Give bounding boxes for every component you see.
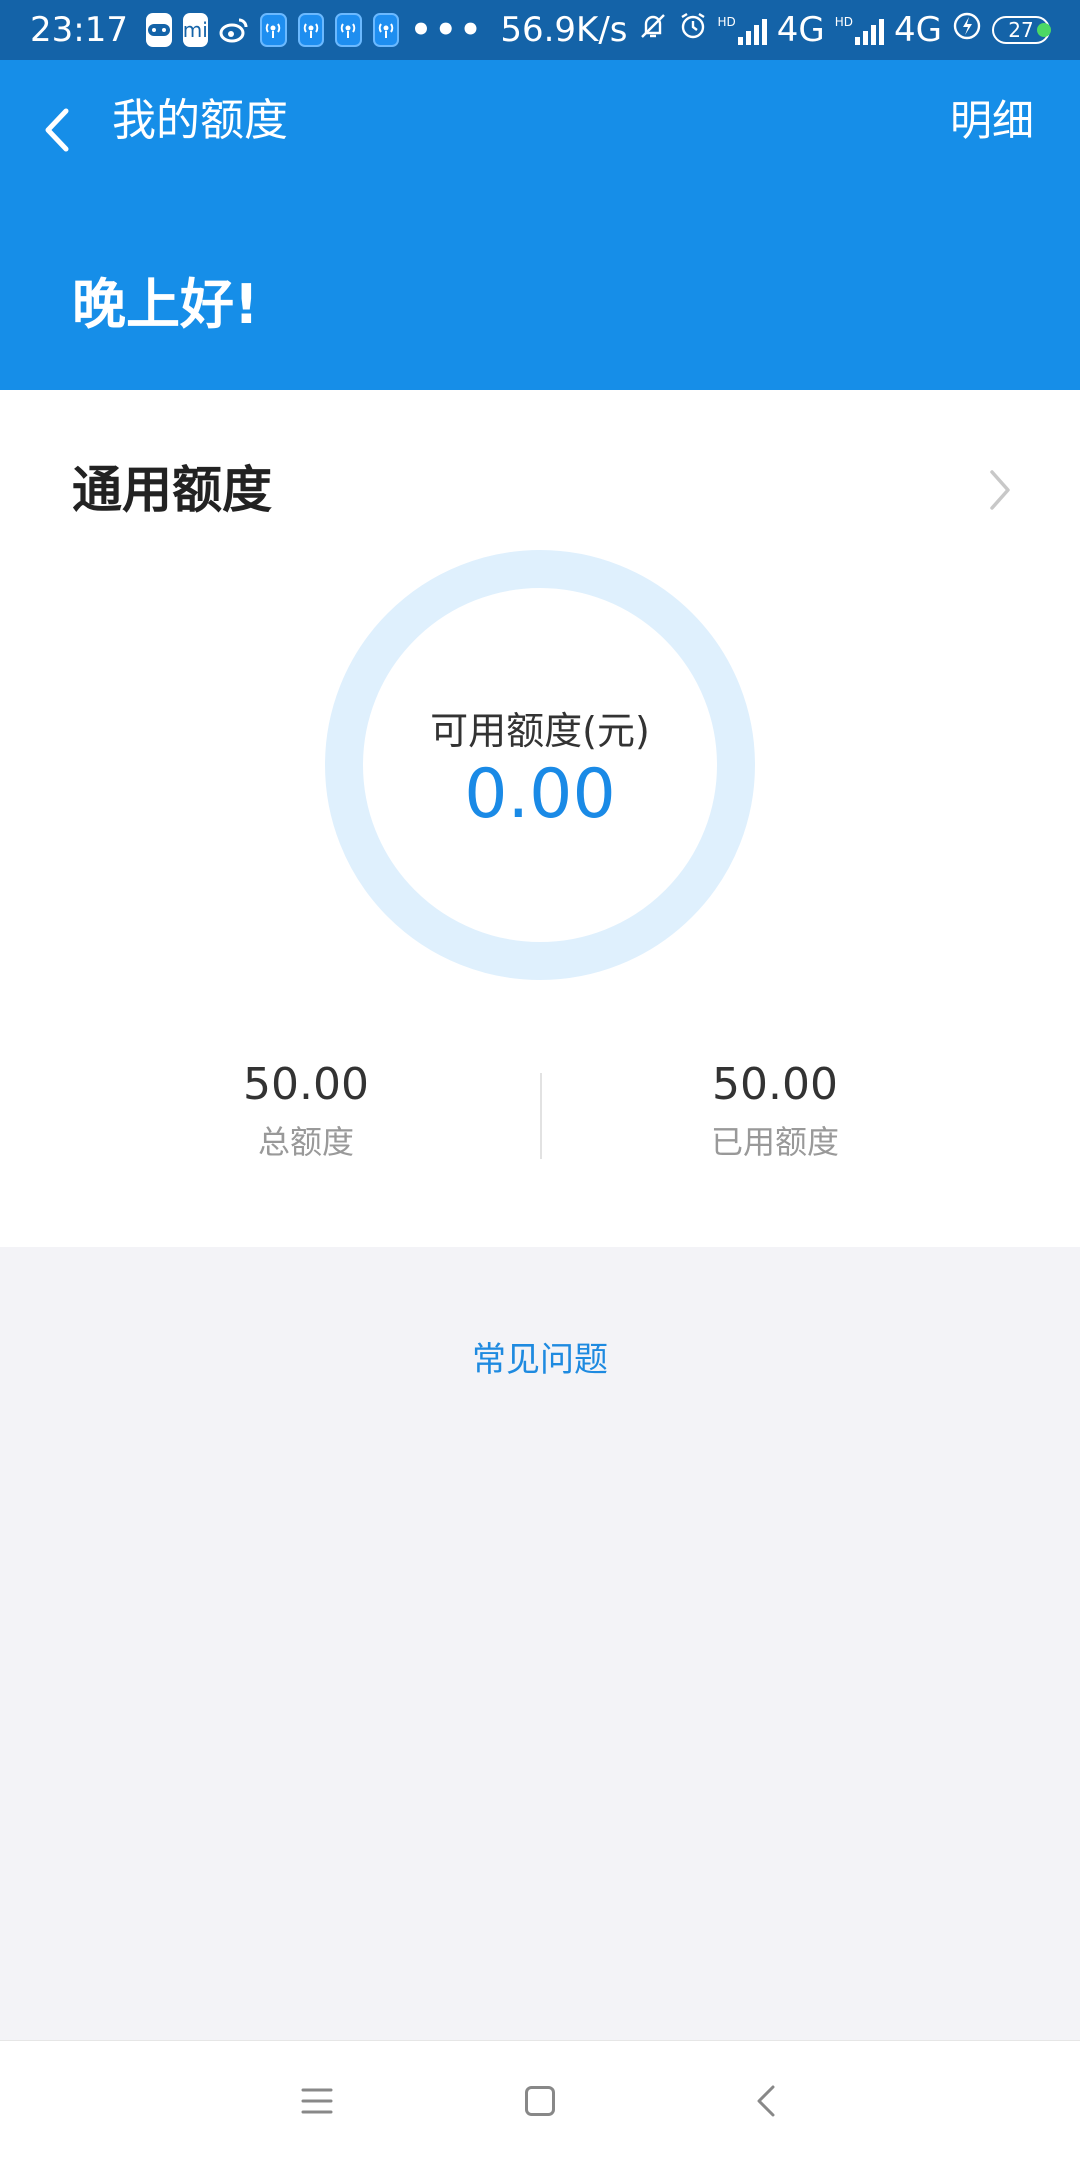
signal-icon: HD (835, 15, 885, 45)
greeting: 晚上好! (72, 273, 259, 336)
back-button[interactable] (32, 95, 82, 165)
hotspot-icon (260, 13, 287, 47)
stat-divider (540, 1073, 542, 1159)
bell-off-icon (638, 10, 668, 50)
available-credit-label: 可用额度(元) (430, 709, 650, 753)
menu-icon (301, 2088, 333, 2114)
net-speed: 56.9K/s (500, 10, 628, 50)
hotspot-icon (297, 13, 325, 47)
total-credit-label: 总额度 (257, 1123, 354, 1161)
home-button[interactable] (505, 2066, 575, 2136)
back-arrow-icon (45, 108, 69, 152)
alarm-icon (678, 10, 708, 50)
section-title: 通用额度 (72, 461, 272, 519)
nav-back-button[interactable] (731, 2066, 801, 2136)
network-type-1: 4G (776, 10, 825, 50)
status-right-group: ••• 56.9K/s HD 4G HD 4G 27 (410, 10, 1051, 50)
total-credit: 50.00 总额度 (106, 1055, 506, 1167)
charging-icon (952, 10, 982, 50)
signal-icon: HD (718, 15, 767, 45)
total-credit-value: 50.00 (243, 1059, 369, 1110)
network-type-2: 4G (894, 10, 942, 50)
battery-icon: 27 (992, 16, 1051, 44)
more-notifications-icon: ••• (410, 10, 485, 50)
nav-back-icon (757, 2085, 775, 2117)
menu-button[interactable] (282, 2066, 352, 2136)
faq-link[interactable]: 常见问题 (0, 1335, 1080, 1385)
used-credit: 50.00 已用额度 (575, 1055, 975, 1167)
game-controller-icon (145, 13, 172, 47)
navigation-bar (0, 2040, 1080, 2160)
status-time: 23:17 (30, 10, 128, 50)
mi-store-icon: mi (182, 13, 209, 47)
credit-card: 通用额度 可用额度(元) 0.00 50.00 总额度 50.00 已用额度 (0, 390, 1080, 1247)
home-square-icon (525, 2086, 555, 2116)
used-credit-value: 50.00 (712, 1059, 838, 1110)
available-credit-value: 0.00 (464, 755, 616, 834)
page-title: 我的额度 (112, 95, 288, 146)
section-chevron-button[interactable] (980, 465, 1020, 515)
status-bar: 23:17 mi ••• 56.9K/s HD 4G HD 4G 27 (0, 0, 1080, 60)
hotspot-icon (372, 13, 400, 47)
detail-button[interactable]: 明细 (950, 90, 1034, 152)
hotspot-icon (335, 13, 362, 47)
weibo-icon (219, 13, 249, 47)
header: 我的额度 明细 晚上好! (0, 60, 1080, 390)
chevron-right-icon (990, 470, 1010, 510)
used-credit-label: 已用额度 (710, 1123, 839, 1161)
